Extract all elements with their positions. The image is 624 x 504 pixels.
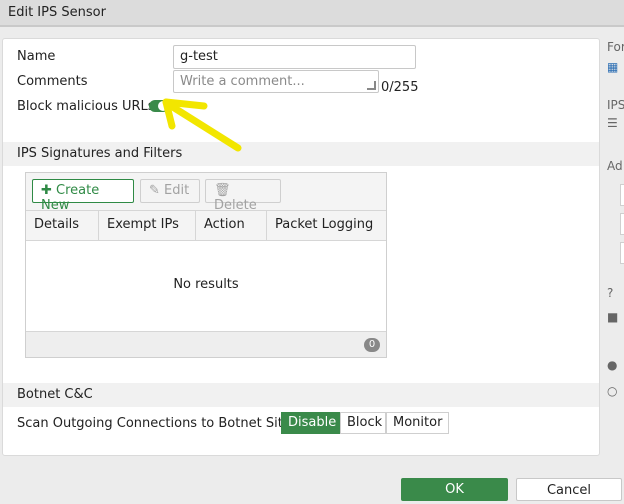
right-panel-label-ad: Ad: [607, 159, 623, 173]
scan-outgoing-label: Scan Outgoing Connections to Botnet Site…: [17, 416, 298, 431]
right-panel-label-for: For: [607, 40, 624, 54]
right-panel-field[interactable]: [620, 213, 624, 235]
column-header-packet-logging[interactable]: Packet Logging: [267, 211, 386, 241]
cancel-button[interactable]: Cancel: [516, 478, 622, 501]
right-panel-field[interactable]: [620, 242, 624, 264]
chat-icon[interactable]: ●: [607, 358, 617, 372]
empty-state-text: No results: [173, 277, 239, 292]
right-panel-label-ips: IPS: [607, 98, 624, 112]
edit-form-panel: Name g-test Comments Write a comment... …: [2, 38, 600, 456]
list-icon[interactable]: ☰: [607, 116, 618, 130]
name-input[interactable]: g-test: [173, 45, 416, 69]
document-icon: ■: [607, 310, 619, 324]
column-header-exempt-ips[interactable]: Exempt IPs: [99, 211, 196, 241]
annotation-arrow-icon: [162, 98, 242, 152]
right-panel-field[interactable]: [620, 184, 624, 206]
botnet-option-block[interactable]: Block: [340, 412, 386, 434]
comments-placeholder: Write a comment...: [180, 74, 305, 89]
botnet-section-header: Botnet C&C: [3, 383, 599, 407]
plus-icon: ✚: [41, 183, 52, 198]
trash-icon: 🗑: [214, 183, 231, 198]
grid-icon: ▦: [607, 60, 619, 74]
pencil-icon: ✎: [149, 183, 160, 198]
ok-button[interactable]: OK: [401, 478, 508, 501]
right-side-panel: For ▦ IPS ☰ Ad ? ■ ● ○: [604, 38, 624, 458]
comments-counter: 0/255: [381, 80, 419, 95]
edit-label: Edit: [164, 183, 190, 198]
botnet-option-disable[interactable]: Disable: [281, 412, 340, 434]
delete-button[interactable]: 🗑 Delete: [205, 179, 281, 213]
signatures-grid: ✚ Create New ✎ Edit 🗑 Delete Details Exe…: [25, 172, 387, 358]
name-label: Name: [17, 49, 56, 64]
comments-textarea[interactable]: Write a comment...: [173, 70, 379, 93]
grid-toolbar: ✚ Create New ✎ Edit 🗑 Delete: [26, 173, 386, 213]
column-header-details[interactable]: Details: [26, 211, 99, 241]
ips-signatures-section-header: IPS Signatures and Filters: [3, 142, 599, 166]
botnet-option-monitor[interactable]: Monitor: [386, 412, 449, 434]
edit-button[interactable]: ✎ Edit: [140, 179, 200, 203]
comment-icon[interactable]: ○: [607, 384, 617, 398]
block-malicious-urls-label: Block malicious URLs: [17, 99, 155, 114]
dialog-title: Edit IPS Sensor: [0, 0, 624, 27]
create-new-button[interactable]: ✚ Create New: [32, 179, 134, 213]
column-header-action[interactable]: Action: [196, 211, 267, 241]
help-icon[interactable]: ?: [607, 286, 613, 300]
grid-footer: 0: [26, 331, 386, 357]
resize-grip-icon[interactable]: [367, 81, 376, 90]
comments-label: Comments: [17, 74, 88, 89]
results-count-badge: 0: [364, 338, 380, 352]
